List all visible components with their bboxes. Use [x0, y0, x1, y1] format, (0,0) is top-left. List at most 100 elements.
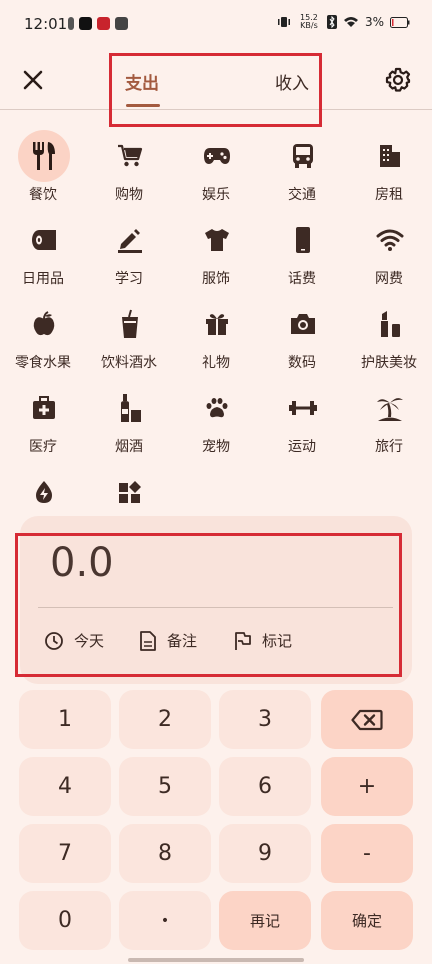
key-5[interactable]: 5 — [119, 757, 211, 816]
category-rent[interactable]: 房租 — [346, 126, 432, 210]
category-label: 交通 — [288, 187, 316, 203]
backspace-icon — [351, 709, 383, 730]
settings-button[interactable] — [384, 66, 412, 94]
close-icon — [23, 70, 43, 90]
category-icon-wrap — [108, 218, 152, 262]
category-label: 日用品 — [22, 271, 64, 287]
vibrate-icon — [277, 17, 290, 27]
key-8[interactable]: 8 — [119, 824, 211, 883]
bluetooth-box-icon — [326, 15, 337, 29]
category-label: 护肤美妆 — [361, 355, 417, 371]
tabs-highlight-box — [109, 53, 322, 127]
gear-icon — [385, 67, 411, 92]
gift-icon — [206, 314, 228, 335]
building-icon — [380, 145, 400, 167]
drink-cup-icon — [122, 309, 138, 338]
category-label: 房租 — [375, 187, 403, 203]
category-icon-wrap — [368, 386, 412, 430]
category-shopping[interactable]: 购物 — [86, 126, 172, 210]
key-9[interactable]: 9 — [219, 824, 311, 883]
category-snacks-fruit[interactable]: 零食水果 — [0, 294, 86, 378]
camera-icon — [291, 314, 315, 334]
gamepad-icon — [204, 148, 230, 164]
category-dining[interactable]: 餐饮 — [0, 126, 86, 210]
close-button[interactable] — [20, 67, 46, 93]
battery-icon — [390, 16, 410, 28]
category-icon-wrap — [281, 134, 325, 178]
net-speed: 15.2 KB/s — [300, 13, 318, 30]
category-icon-wrap — [22, 470, 66, 514]
category-label: 饮料酒水 — [101, 355, 157, 371]
battery-level: 3% — [364, 15, 384, 29]
category-label: 零食水果 — [15, 355, 71, 371]
bus-icon — [293, 144, 313, 168]
app-notification-icon — [97, 17, 110, 30]
category-icon-wrap — [108, 470, 152, 514]
home-indicator[interactable] — [128, 958, 304, 962]
category-icon-wrap — [22, 218, 66, 262]
category-medical[interactable]: 医疗 — [0, 378, 86, 462]
category-selected-bg — [18, 130, 70, 182]
category-label: 运动 — [288, 439, 316, 455]
category-digital[interactable]: 数码 — [259, 294, 345, 378]
category-icon-wrap — [22, 302, 66, 346]
category-label: 话费 — [288, 271, 316, 287]
wallet-icon — [115, 17, 128, 30]
minus-button[interactable]: - — [321, 824, 413, 883]
category-travel[interactable]: 旅行 — [346, 378, 432, 462]
category-pets[interactable]: 宠物 — [173, 378, 259, 462]
bolt-icon — [36, 481, 52, 503]
category-transport[interactable]: 交通 — [259, 126, 345, 210]
widgets-icon — [119, 481, 141, 503]
category-label: 购物 — [115, 187, 143, 203]
category-skincare-makeup[interactable]: 护肤美妆 — [346, 294, 432, 378]
paw-icon — [206, 398, 228, 418]
key-4[interactable]: 4 — [19, 757, 111, 816]
category-label: 宠物 — [202, 439, 230, 455]
status-indicators: 15.2 KB/s 3% — [277, 14, 410, 30]
key-6[interactable]: 6 — [219, 757, 311, 816]
category-sports[interactable]: 运动 — [259, 378, 345, 462]
category-icon-wrap — [22, 386, 66, 430]
lipstick-icon — [381, 311, 400, 337]
amount-highlight-box — [15, 533, 402, 677]
backspace-button[interactable] — [321, 690, 413, 749]
category-icon-wrap — [368, 218, 412, 262]
plus-button[interactable]: + — [321, 757, 413, 816]
cart-icon — [118, 144, 143, 167]
record-again-button[interactable]: 再记 — [219, 891, 311, 950]
category-icon-wrap — [108, 302, 152, 346]
category-icon-wrap — [281, 386, 325, 430]
wifi-icon — [376, 229, 404, 251]
category-label: 网费 — [375, 271, 403, 287]
category-icon-wrap — [281, 302, 325, 346]
fork-knife-icon — [33, 142, 55, 170]
category-gift[interactable]: 礼物 — [173, 294, 259, 378]
notification-icons — [68, 17, 128, 30]
category-daily-goods[interactable]: 日用品 — [0, 210, 86, 294]
category-icon-wrap — [368, 134, 412, 178]
category-phone-bill[interactable]: 话费 — [259, 210, 345, 294]
category-drinks[interactable]: 饮料酒水 — [86, 294, 172, 378]
category-label: 数码 — [288, 355, 316, 371]
key-2[interactable]: 2 — [119, 690, 211, 749]
category-icon-wrap — [108, 386, 152, 430]
bottle-icon — [121, 394, 141, 422]
palm-tree-icon — [377, 398, 403, 421]
category-icon-wrap — [195, 302, 239, 346]
category-study[interactable]: 学习 — [86, 210, 172, 294]
key-3[interactable]: 3 — [219, 690, 311, 749]
category-internet-bill[interactable]: 网费 — [346, 210, 432, 294]
key-7[interactable]: 7 — [19, 824, 111, 883]
category-tobacco-alcohol[interactable]: 烟酒 — [86, 378, 172, 462]
key-0[interactable]: 0 — [19, 891, 111, 950]
key-1[interactable]: 1 — [19, 690, 111, 749]
decimal-point-button[interactable]: • — [119, 891, 211, 950]
tissue-roll-icon — [32, 230, 56, 250]
medical-kit-icon — [33, 396, 55, 419]
category-label: 学习 — [115, 271, 143, 287]
category-entertainment[interactable]: 娱乐 — [173, 126, 259, 210]
confirm-button[interactable]: 确定 — [321, 891, 413, 950]
category-clothing[interactable]: 服饰 — [173, 210, 259, 294]
apple-icon — [33, 311, 55, 336]
